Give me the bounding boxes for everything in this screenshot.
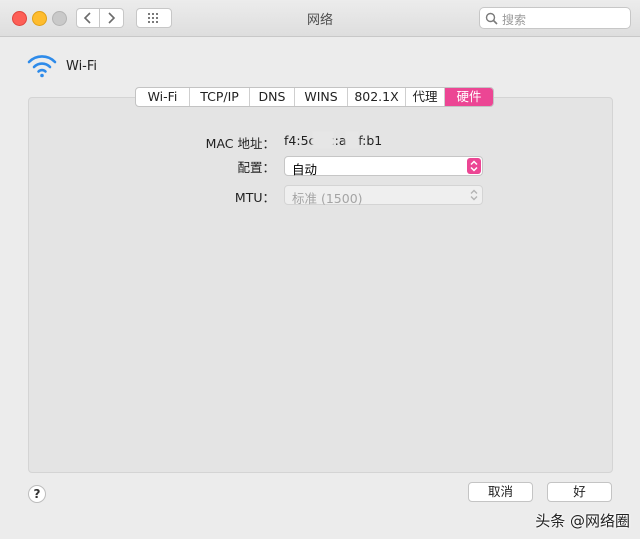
mtu-select-value: 标准 (1500) — [292, 191, 363, 206]
config-select[interactable]: 自动 — [284, 156, 483, 177]
settings-panel — [28, 97, 613, 473]
up-down-chevron-icon — [470, 189, 478, 201]
tab-wins[interactable]: WINS — [295, 88, 348, 106]
wifi-icon — [27, 55, 57, 78]
tab-proxy[interactable]: 代理 — [406, 88, 445, 106]
tab-802-1x[interactable]: 802.1X — [348, 88, 406, 106]
select-stepper — [467, 158, 481, 174]
search-placeholder: 搜索 — [502, 13, 527, 27]
ok-button[interactable]: 好 — [547, 482, 612, 502]
mac-address-label: MAC 地址： — [205, 136, 275, 151]
tab-tcp-ip[interactable]: TCP/IP — [190, 88, 250, 106]
tab-hardware[interactable]: 硬件 — [445, 88, 493, 106]
mtu-select[interactable]: 标准 (1500) — [284, 185, 483, 206]
help-button[interactable]: ? — [28, 485, 46, 503]
interface-name: Wi-Fi — [66, 59, 98, 74]
tab-dns[interactable]: DNS — [250, 88, 295, 106]
watermark: 头条 @网络圈 — [535, 512, 630, 530]
tab-bar: Wi-Fi TCP/IP DNS WINS 802.1X 代理 硬件 — [135, 87, 494, 107]
title-bar: 网络 搜索 — [0, 0, 640, 37]
redaction-blur — [312, 131, 334, 149]
mtu-label: MTU： — [234, 190, 275, 205]
config-select-value: 自动 — [292, 162, 318, 177]
up-down-chevron-icon — [470, 160, 478, 172]
tab-wifi[interactable]: Wi-Fi — [136, 88, 190, 106]
search-field[interactable]: 搜索 — [479, 7, 631, 29]
cancel-button[interactable]: 取消 — [468, 482, 533, 502]
redaction-blur — [345, 131, 359, 149]
config-label: 配置： — [237, 160, 275, 175]
search-icon — [485, 12, 498, 25]
